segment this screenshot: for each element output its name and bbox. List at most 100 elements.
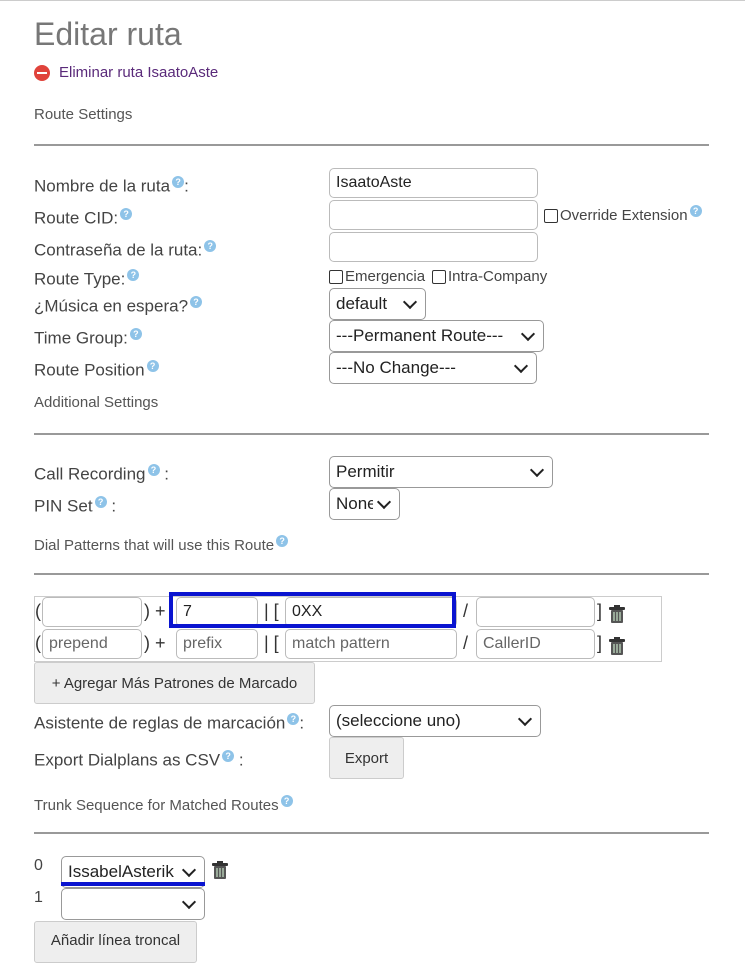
paren-close-plus: ) + xyxy=(144,601,166,621)
help-icon[interactable]: ? xyxy=(287,713,300,725)
call-recording-select[interactable]: Permitir xyxy=(329,456,553,488)
override-extension-option: Override Extension? xyxy=(544,205,702,224)
chevron-down-icon xyxy=(517,711,533,727)
route-cid-label-row: Route CID:? xyxy=(34,208,133,229)
chevron-down-icon xyxy=(520,326,536,342)
route-type-label: Route Type: xyxy=(34,269,126,289)
divider xyxy=(34,144,709,146)
bracket-end: ] xyxy=(597,633,603,653)
pin-set-label: PIN Set xyxy=(34,496,93,516)
route-type-label-row: Route Type:? xyxy=(34,269,140,290)
paren-open: ( xyxy=(35,601,41,621)
help-icon[interactable]: ? xyxy=(127,269,140,281)
colon-text: : xyxy=(184,176,189,196)
help-icon[interactable]: ? xyxy=(172,176,185,188)
route-cid-input[interactable] xyxy=(329,200,538,230)
music-on-hold-label: ¿Música en espera? xyxy=(34,296,189,316)
route-position-select[interactable]: ---No Change--- xyxy=(329,352,537,384)
route-cid-label: Route CID: xyxy=(34,208,119,228)
route-password-label-row: Contraseña de la ruta:? xyxy=(34,240,217,261)
trunk-sequence-title: Trunk Sequence for Matched Routes xyxy=(34,797,279,814)
export-button[interactable]: Export xyxy=(329,737,404,779)
help-icon[interactable]: ? xyxy=(222,750,235,762)
help-icon[interactable]: ? xyxy=(204,240,217,252)
route-name-label-row: Nombre de la ruta?: xyxy=(34,176,189,197)
chevron-down-icon xyxy=(529,462,545,478)
trunk-value: IssabelAsterik xyxy=(68,862,174,881)
emergency-option: Emergencia xyxy=(329,268,425,285)
route-password-label: Contraseña de la ruta: xyxy=(34,240,203,260)
pin-set-select[interactable]: None xyxy=(329,488,400,520)
highlight-box xyxy=(169,592,456,628)
page-title: Editar ruta xyxy=(34,16,182,52)
slash-separator: / xyxy=(463,601,469,621)
wizard-label: Asistente de reglas de marcación xyxy=(34,713,286,733)
time-group-select[interactable]: ---Permanent Route--- xyxy=(329,320,544,352)
wizard-value: (seleccione uno) xyxy=(336,711,461,730)
trash-icon[interactable] xyxy=(608,636,626,656)
colon-text: : xyxy=(299,713,305,733)
time-group-label: Time Group: xyxy=(34,328,128,348)
music-on-hold-label-row: ¿Música en espera?? xyxy=(34,296,203,317)
callerid-input[interactable] xyxy=(476,629,595,659)
help-icon[interactable]: ? xyxy=(280,795,293,807)
bracket-end: ] xyxy=(597,601,603,621)
match-pattern-input[interactable] xyxy=(285,629,457,659)
colon-text: : xyxy=(238,750,244,770)
section-additional-settings: Additional Settings xyxy=(34,394,159,411)
delete-route-label: Eliminar ruta IsaatoAste xyxy=(59,64,219,81)
remove-circle-icon xyxy=(34,64,50,81)
chevron-down-icon xyxy=(181,894,197,910)
divider xyxy=(34,573,709,575)
trunk-select[interactable] xyxy=(61,888,205,920)
callerid-input[interactable] xyxy=(476,597,595,627)
trunk-index: 0 xyxy=(34,857,43,874)
add-more-patterns-button[interactable]: + Agregar Más Patrones de Marcado xyxy=(34,662,315,704)
trash-icon[interactable] xyxy=(211,860,229,880)
delete-route-link[interactable]: Eliminar ruta IsaatoAste xyxy=(34,64,218,81)
call-recording-value: Permitir xyxy=(336,462,395,481)
bracket-separator: | [ xyxy=(264,633,279,653)
help-icon[interactable]: ? xyxy=(94,496,107,508)
wizard-label-row: Asistente de reglas de marcación?: xyxy=(34,713,304,734)
override-extension-label: Override Extension xyxy=(560,207,688,224)
focus-underline xyxy=(61,882,205,886)
music-on-hold-value: default xyxy=(336,294,388,313)
time-group-label-row: Time Group:? xyxy=(34,328,142,349)
help-icon[interactable]: ? xyxy=(129,328,142,340)
help-icon[interactable]: ? xyxy=(147,464,160,476)
prefix-input[interactable] xyxy=(176,629,258,659)
emergency-checkbox[interactable] xyxy=(329,270,343,285)
add-trunk-button[interactable]: Añadir línea troncal xyxy=(34,921,197,963)
top-border xyxy=(0,0,745,1)
trash-icon[interactable] xyxy=(608,604,626,624)
dial-rules-wizard-select[interactable]: (seleccione uno) xyxy=(329,705,541,737)
call-recording-label: Call Recording xyxy=(34,464,146,484)
route-name-label: Nombre de la ruta xyxy=(34,176,171,196)
help-icon[interactable]: ? xyxy=(190,296,203,308)
route-name-input[interactable] xyxy=(329,168,538,198)
route-position-label-row: Route Position? xyxy=(34,360,159,381)
paren-close-plus: ) + xyxy=(144,633,166,653)
route-position-label: Route Position xyxy=(34,360,145,380)
intra-company-checkbox[interactable] xyxy=(432,270,446,285)
override-extension-checkbox[interactable] xyxy=(544,209,558,224)
emergency-label: Emergencia xyxy=(345,268,426,285)
divider xyxy=(34,832,709,834)
chevron-down-icon xyxy=(513,358,529,374)
chevron-down-icon xyxy=(181,862,197,878)
chevron-down-icon xyxy=(376,494,392,510)
prepend-input[interactable] xyxy=(42,597,142,627)
music-on-hold-select[interactable]: default xyxy=(329,288,426,320)
help-icon[interactable]: ? xyxy=(689,205,702,217)
help-icon[interactable]: ? xyxy=(276,535,289,547)
help-icon[interactable]: ? xyxy=(146,360,159,372)
prepend-input[interactable] xyxy=(42,629,142,659)
route-password-input[interactable] xyxy=(329,232,538,262)
intra-company-label: Intra-Company xyxy=(448,268,548,285)
help-icon[interactable]: ? xyxy=(120,208,133,220)
colon-text: : xyxy=(164,464,169,484)
colon-text: : xyxy=(111,496,117,516)
paren-open: ( xyxy=(35,633,41,653)
slash-separator: / xyxy=(463,633,469,653)
